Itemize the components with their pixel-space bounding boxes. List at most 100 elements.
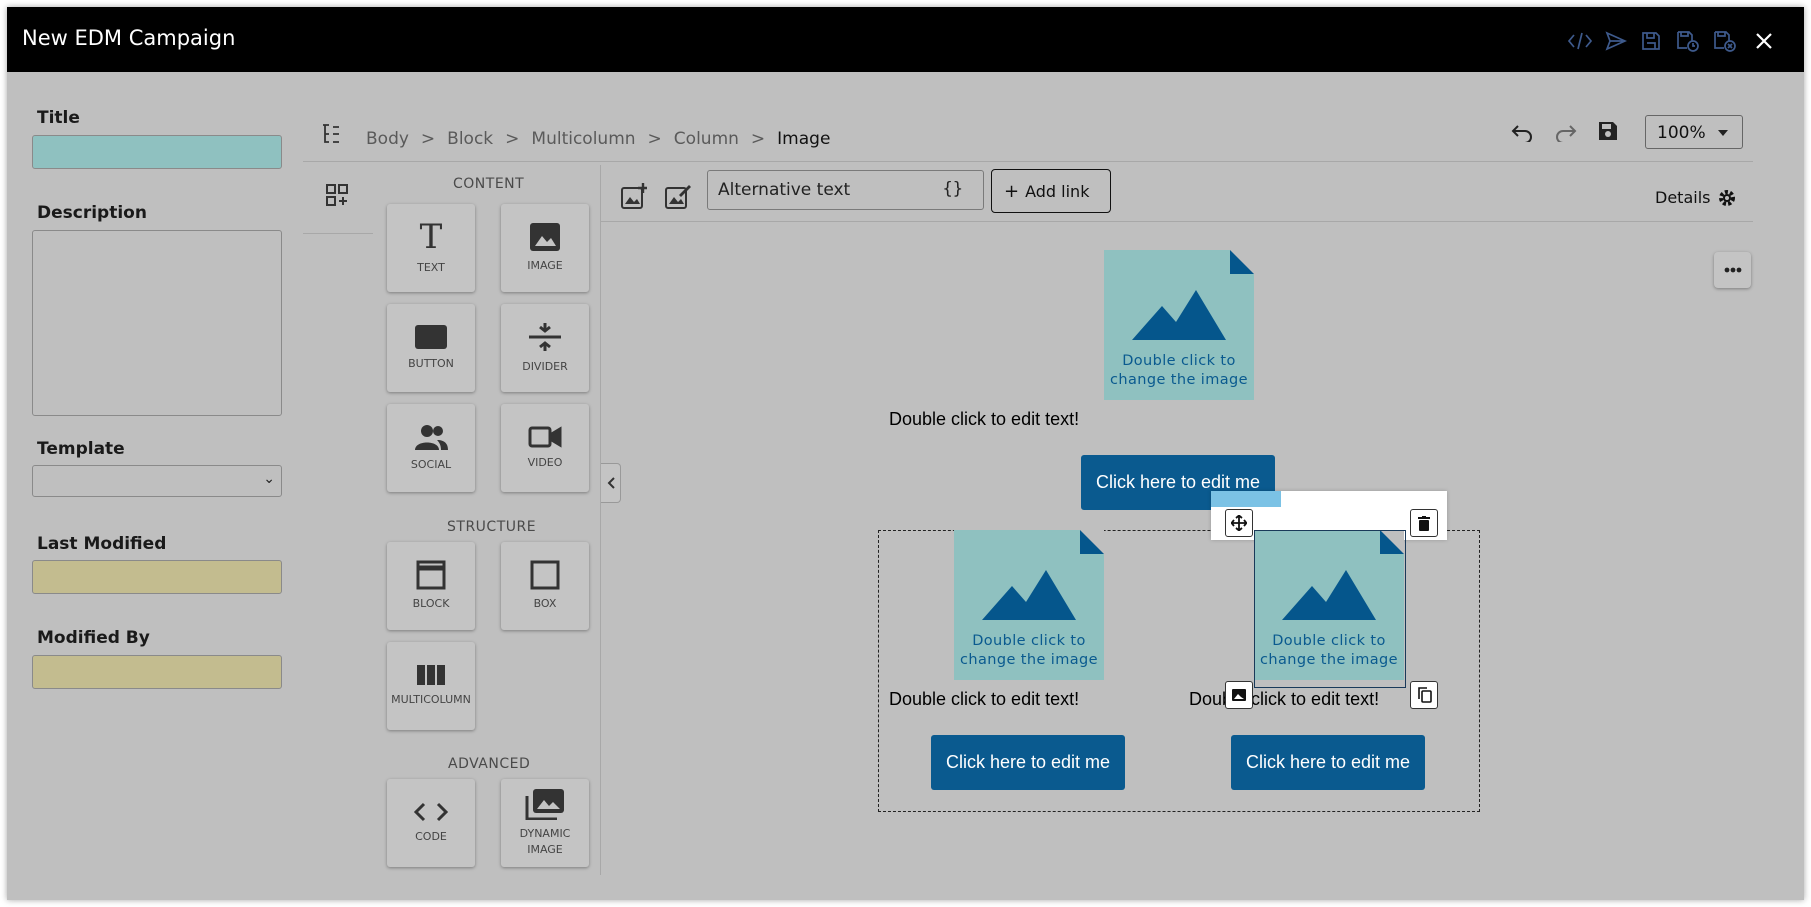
template-label: Template <box>37 439 125 459</box>
zoom-select[interactable]: 100% <box>1645 115 1743 149</box>
tile-label: DYNAMIC IMAGE <box>519 827 571 856</box>
selected-image-outline <box>1254 530 1406 688</box>
breadcrumb-separator: > <box>420 129 436 149</box>
copy-icon <box>1417 687 1432 703</box>
more-horizontal-icon <box>1724 267 1741 273</box>
cta-button[interactable]: Click here to edit me <box>931 735 1125 790</box>
tile-label: TEXT <box>417 261 445 274</box>
video-tile[interactable]: VIDEO <box>501 404 589 492</box>
modified-by-field <box>32 655 282 689</box>
selection-highlight <box>1211 491 1281 507</box>
save-close-icon[interactable] <box>1711 27 1739 55</box>
advanced-header: ADVANCED <box>448 756 531 772</box>
zoom-value: 100% <box>1657 123 1706 143</box>
send-icon[interactable] <box>1602 27 1630 55</box>
save-schedule-icon[interactable] <box>1674 27 1702 55</box>
more-options-button[interactable] <box>1714 252 1751 288</box>
box-icon <box>530 560 560 590</box>
divider-icon <box>529 323 561 351</box>
text-block[interactable]: Double click to edit text! <box>889 689 1079 710</box>
details-button[interactable]: Details <box>1655 188 1736 207</box>
text-tile[interactable]: T TEXT <box>387 204 475 292</box>
tile-label: MULTICOLUMN <box>391 693 471 706</box>
tree-icon[interactable] <box>321 123 341 149</box>
add-block-icon[interactable] <box>325 183 349 211</box>
tile-label: VIDEO <box>527 456 563 469</box>
multicolumn-icon <box>417 665 445 685</box>
image-caption: Double click to change the image <box>1110 353 1248 388</box>
description-field[interactable] <box>32 230 282 416</box>
cta-button[interactable]: Click here to edit me <box>1231 735 1425 790</box>
title-label: Title <box>37 108 80 128</box>
modified-by-label: Modified By <box>37 628 150 648</box>
save-icon[interactable] <box>1598 121 1618 145</box>
variable-braces-icon[interactable]: {} <box>943 179 963 199</box>
breadcrumb-block[interactable]: Block <box>447 129 493 149</box>
dynamic-image-icon <box>525 789 564 820</box>
tile-label: CODE <box>415 830 447 843</box>
replace-image-icon[interactable] <box>621 183 648 213</box>
tile-label: BOX <box>533 597 557 610</box>
chevron-left-icon <box>607 477 615 489</box>
code-icon[interactable] <box>1566 27 1594 55</box>
duplicate-button[interactable] <box>1410 681 1438 709</box>
collapse-panel-button[interactable] <box>601 463 621 503</box>
text-block[interactable]: Double click to edit text! <box>1189 689 1379 710</box>
image-placeholder[interactable]: Double click to change the image <box>954 530 1104 680</box>
divider <box>303 233 373 234</box>
button-icon <box>415 325 447 349</box>
tile-label: DIVIDER <box>522 360 568 373</box>
multicolumn-tile[interactable]: MULTICOLUMN <box>387 642 475 730</box>
plus-icon: + <box>1004 181 1020 202</box>
image-settings-handle[interactable] <box>1225 681 1253 709</box>
block-tile[interactable]: BLOCK <box>387 542 475 630</box>
chevron-down-icon: ⌄ <box>263 471 275 487</box>
tile-label: BUTTON <box>408 357 454 370</box>
tile-label: IMAGE <box>527 259 563 272</box>
image-caption: Double click to change the image <box>960 633 1098 668</box>
box-tile[interactable]: BOX <box>501 542 589 630</box>
save-icon[interactable] <box>1637 27 1665 55</box>
template-select[interactable]: ⌄ <box>32 465 282 497</box>
image-placeholder[interactable]: Double click to change the image <box>1104 250 1254 400</box>
text-block[interactable]: Double click to edit text! <box>889 409 1079 430</box>
breadcrumb-multicolumn[interactable]: Multicolumn <box>531 129 635 149</box>
breadcrumb-body[interactable]: Body <box>366 129 409 149</box>
button-tile[interactable]: BUTTON <box>387 304 475 392</box>
tile-label: BLOCK <box>412 597 450 610</box>
mountain-icon <box>982 570 1076 620</box>
divider-tile[interactable]: DIVIDER <box>501 304 589 392</box>
image-tile[interactable]: IMAGE <box>501 204 589 292</box>
tile-label: SOCIAL <box>410 458 452 471</box>
breadcrumb-column[interactable]: Column <box>674 129 739 149</box>
breadcrumb: Body > Block > Multicolumn > Column > Im… <box>366 129 830 149</box>
divider <box>601 221 1753 222</box>
edit-image-icon[interactable] <box>665 183 691 213</box>
delete-button[interactable] <box>1410 509 1438 537</box>
dynamic-image-tile[interactable]: DYNAMIC IMAGE <box>501 779 589 867</box>
social-tile[interactable]: SOCIAL <box>387 404 475 492</box>
title-bar: New EDM Campaign <box>7 7 1804 72</box>
divider <box>303 161 1753 162</box>
mountain-icon <box>1132 290 1226 340</box>
undo-icon[interactable] <box>1511 122 1533 146</box>
campaign-dialog: New EDM Campaign Title Description Templ… <box>7 7 1804 900</box>
alt-text-placeholder: Alternative text <box>718 180 851 200</box>
code-icon <box>414 802 448 822</box>
move-handle[interactable] <box>1225 509 1253 537</box>
divider <box>600 165 601 875</box>
redo-icon[interactable] <box>1555 122 1577 146</box>
social-icon <box>415 425 448 450</box>
close-icon[interactable] <box>1750 27 1778 55</box>
breadcrumb-separator: > <box>647 129 662 149</box>
details-label: Details <box>1655 188 1711 207</box>
alt-text-input[interactable]: Alternative text {} <box>707 170 984 210</box>
structure-header: STRUCTURE <box>447 519 537 535</box>
breadcrumb-separator: > <box>505 129 520 149</box>
title-field[interactable] <box>32 135 282 169</box>
breadcrumb-image[interactable]: Image <box>777 129 830 149</box>
text-icon: T <box>419 217 443 257</box>
add-link-button[interactable]: + Add link <box>991 169 1111 213</box>
code-tile[interactable]: CODE <box>387 779 475 867</box>
caret-down-icon <box>1718 130 1728 136</box>
